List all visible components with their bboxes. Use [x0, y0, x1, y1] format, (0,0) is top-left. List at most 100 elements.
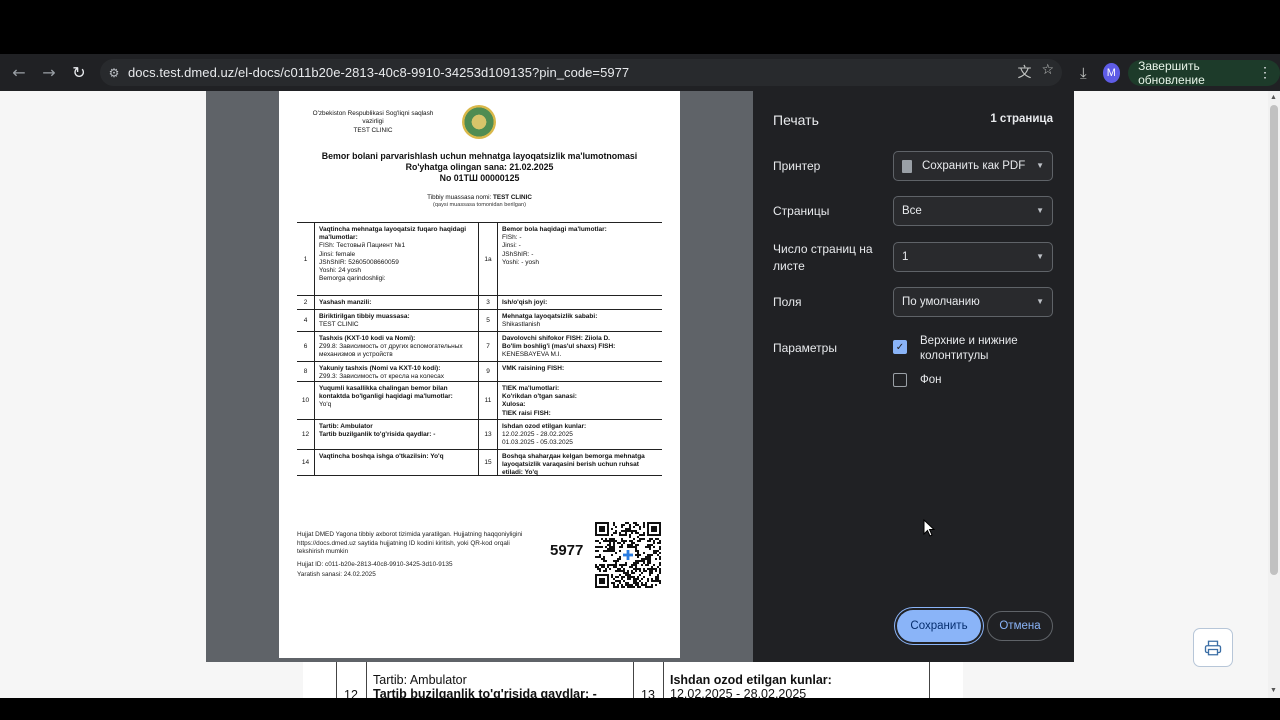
cell-value: KENESBAYEVA M.I. [502, 351, 562, 359]
doc-registration-date: Ro'yhatga olingan sana: 21.02.2025 [405, 162, 554, 172]
row-number: 14 [297, 450, 315, 475]
header-clinic: TEST CLINIC [353, 127, 393, 134]
pages-select[interactable]: Все ▼ [893, 196, 1053, 226]
cell-label: Vaqtincha mehnatga layoqatsiz fuqaro haq… [319, 226, 466, 242]
chevron-down-icon: ▼ [1036, 252, 1044, 261]
ministry-name: O'zbekiston Respublikasi Sog'liqni saqla… [312, 110, 434, 125]
pages-label: Страницы [773, 204, 830, 218]
state-emblem-icon [462, 105, 496, 139]
row-number: 5 [479, 310, 498, 331]
menu-dots-icon[interactable]: ⋮ [1258, 64, 1272, 81]
cell-label: Yashash manzili: [319, 299, 372, 306]
row-right-cell: Bemor bola haqidagi ma'lumotlar: FISh: - … [498, 223, 662, 295]
back-icon[interactable]: ← [4, 58, 34, 88]
reload-icon[interactable]: ↻ [64, 58, 94, 88]
chevron-down-icon: ▼ [1036, 206, 1044, 215]
row-number: 12 [297, 420, 315, 449]
row-number: 11 [479, 382, 498, 419]
update-button[interactable]: Завершить обновление ⋮ [1128, 58, 1280, 87]
translate-icon[interactable]: 文 [1017, 62, 1031, 82]
pages-value: Все [902, 205, 922, 217]
scrollbar-thumb[interactable] [1270, 105, 1278, 575]
margins-select[interactable]: По умолчанию ▼ [893, 287, 1053, 317]
row-number: 1a [479, 223, 498, 295]
check-icon: ✓ [895, 341, 905, 353]
update-label: Завершить обновление [1138, 58, 1205, 87]
bg-ishdan: Ishdan ozod etilgan kunlar: [670, 673, 832, 687]
cell-value: Yo'q [319, 401, 332, 409]
background-label[interactable]: Фон [920, 373, 942, 388]
cell-label: Yuqumli kasallikka chalingan bemor bilan… [319, 385, 453, 401]
cell-label: Ishdan ozod etilgan kunlar: [502, 423, 587, 430]
row-right-cell: Davolovchi shifokor FISH: Ziiola D. Bo'l… [498, 332, 662, 361]
doc-id: Hujjat ID: c011-b20e-2813-40c8-9910-3425… [297, 561, 453, 568]
printer-label: Принтер [773, 159, 821, 173]
per-sheet-select[interactable]: 1 ▼ [893, 242, 1053, 272]
cell-label: Davolovchi shifokor FISH: Ziiola D. Bo'l… [502, 335, 616, 351]
background-checkbox[interactable] [893, 373, 907, 387]
created-date: Yaratish sanasi: 24.02.2025 [297, 571, 376, 578]
cell-label: Mehnatga layoqatsizlik sababi: [502, 313, 598, 320]
row-left-cell: Vaqtincha boshqa ishga o'tkazilsin: Yo'q [315, 450, 479, 475]
printer-select[interactable]: Сохранить как PDF ▼ [893, 151, 1053, 181]
chevron-down-icon: ▼ [1036, 161, 1044, 170]
cell-label: Vaqtincha boshqa ishga o'tkazilsin: Yo'q [319, 453, 444, 460]
document-table: 1 Vaqtincha mehnatga layoqatsiz fuqaro ha… [297, 222, 662, 476]
cell-label: VMK raisining FISH: [502, 365, 565, 372]
row-right-cell: Ishdan ozod etilgan kunlar: 12.02.2025 - … [498, 420, 662, 449]
headers-footers-checkbox[interactable]: ✓ [893, 340, 907, 354]
table-row: 4 Biriktirilgan tibbiy muassasa: TEST CLIN… [297, 309, 662, 331]
qr-code [595, 522, 661, 588]
table-row: 1 Vaqtincha mehnatga layoqatsiz fuqaro ha… [297, 223, 662, 295]
print-dialog: Печать 1 страница Принтер Сохранить как … [753, 91, 1074, 662]
pin-code: 5977 [550, 542, 584, 559]
scroll-down-icon[interactable]: ▼ [1270, 687, 1277, 694]
row-number: 13 [479, 420, 498, 449]
row-number: 10 [297, 382, 315, 419]
row-number: 9 [479, 362, 498, 381]
row-number: 4 [297, 310, 315, 331]
page-count: 1 страница [990, 113, 1053, 125]
cell-label: Bemor bola haqidagi ma'lumotlar: [502, 226, 607, 233]
doc-number: No 01ТШ 00000125 [439, 173, 520, 183]
options-label: Параметры [773, 341, 837, 355]
save-button[interactable]: Сохранить [897, 610, 981, 642]
profile-avatar[interactable]: M [1102, 62, 1121, 83]
site-info-icon[interactable]: ⚙ [100, 66, 128, 80]
bookmark-star-icon[interactable]: ☆ [1041, 62, 1054, 82]
institution-label: Tibbiy muassasa nomi: [427, 194, 492, 201]
table-row: 12 Tartib: Ambulator Tartib buzilganlik t… [297, 419, 662, 449]
footer-note: Hujjat DMED Yagona tibbiy axborot tizimi… [297, 531, 523, 555]
row-left-cell: Tashxis (KXT-10 kodi va Nomi): Z99.8: Зав… [315, 332, 479, 361]
mouse-cursor-icon [923, 519, 935, 537]
print-preview-page: O'zbekiston Respublikasi Sog'liqni saqla… [279, 91, 680, 658]
cancel-button[interactable]: Отмена [987, 611, 1053, 641]
cell-label: Biriktirilgan tibbiy muassasa: [319, 313, 410, 320]
print-title: Печать [773, 112, 819, 128]
row-number: 7 [479, 332, 498, 361]
print-fab-button[interactable] [1193, 628, 1233, 667]
cell-label: TIEK ma'lumotlari: Ko'rikdan o'tgan sana… [502, 385, 577, 417]
doc-title: Bemor bolani parvarishlash uchun mehnatg… [321, 151, 638, 161]
download-icon[interactable]: ⤓ [1072, 64, 1095, 82]
row-right-cell: Ish/o'qish joyi: [498, 296, 662, 309]
background-table: 12 Tartib: Ambulator Tartib buzilganlik … [336, 661, 930, 702]
row-number: 1 [297, 223, 315, 295]
cell-label: Tashxis (KXT-10 kodi va Nomi): [319, 335, 416, 342]
institution-value: TEST CLINIC [493, 194, 532, 201]
bg-tartib: Tartib: Ambulator [373, 673, 467, 687]
table-row: 2 Yashash manzili: 3 Ish/o'qish joyi: [297, 295, 662, 309]
table-row: 6 Tashxis (KXT-10 kodi va Nomi): Z99.8: За… [297, 331, 662, 361]
row-left-cell: Yuqumli kasallikka chalingan bemor bilan… [315, 382, 479, 419]
cell-value: FISh: Тестовый Пациент №1 Jinsi: female … [319, 242, 406, 283]
address-bar[interactable]: ⚙ docs.test.dmed.uz/el-docs/c011b20e-281… [100, 59, 1062, 86]
screen-top-band [0, 0, 1280, 54]
forward-icon[interactable]: → [34, 58, 64, 88]
page-scrollbar[interactable]: ▲ ▼ [1268, 91, 1280, 698]
headers-footers-label[interactable]: Верхние и нижние колонтитулы [920, 334, 1060, 364]
row-left-cell: Yakuniy tashxis (Nomi va KXT-10 kodi): Z9… [315, 362, 479, 381]
row-number: 15 [479, 450, 498, 475]
scroll-up-icon[interactable]: ▲ [1270, 94, 1277, 101]
row-number: 3 [479, 296, 498, 309]
url-text[interactable]: docs.test.dmed.uz/el-docs/c011b20e-2813-… [128, 65, 629, 80]
